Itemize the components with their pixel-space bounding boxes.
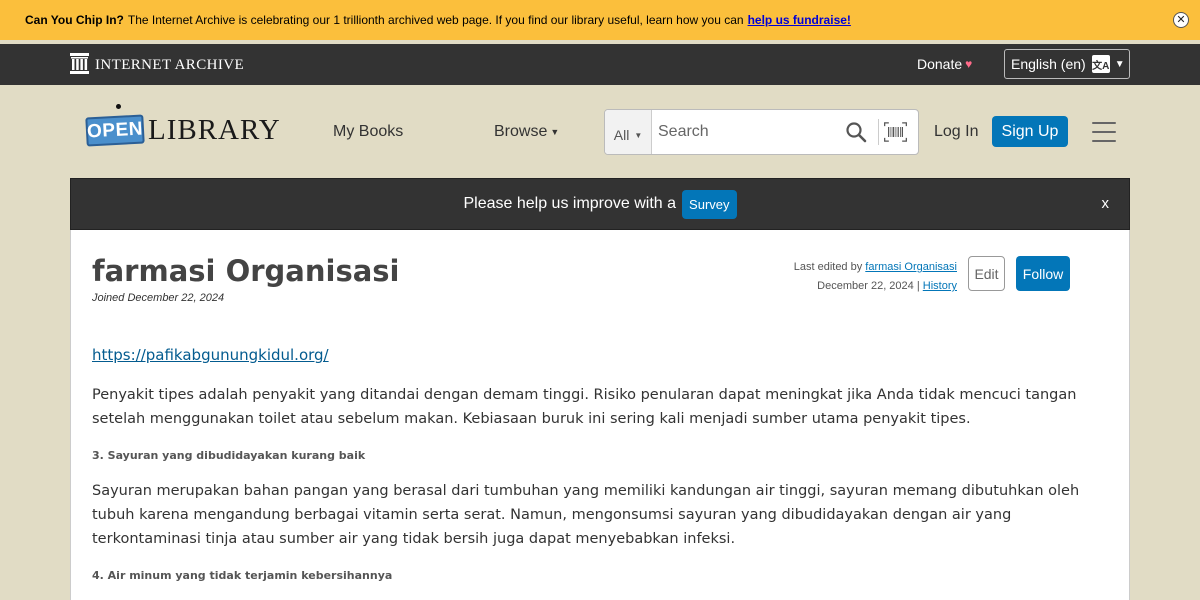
- donation-banner-close-button[interactable]: ✕: [1173, 12, 1189, 28]
- heart-icon: ♥: [965, 57, 973, 71]
- donate-label: Donate: [917, 56, 963, 72]
- barcode-scanner-icon[interactable]: [878, 119, 908, 145]
- signup-button[interactable]: Sign Up: [992, 116, 1068, 147]
- hamburger-menu-icon[interactable]: [1092, 122, 1116, 142]
- logo-library-text: LIBRARY: [148, 114, 281, 146]
- internet-archive-logo[interactable]: INTERNET ARCHIVE: [70, 53, 244, 74]
- edit-button[interactable]: Edit: [968, 256, 1005, 291]
- nav-browse[interactable]: Browse ▼: [494, 123, 559, 141]
- last-edited-prefix: Last edited by: [793, 261, 863, 273]
- translate-icon: 文A: [1091, 55, 1110, 73]
- chevron-down-icon: ▼: [550, 126, 560, 137]
- open-library-logo[interactable]: OPEN LIBRARY: [85, 104, 280, 152]
- history-separator: |: [916, 280, 920, 292]
- search-box: All ▼: [604, 109, 919, 155]
- search-input[interactable]: [652, 110, 838, 154]
- donation-banner-lead: Can You Chip In?: [25, 13, 124, 27]
- donation-banner: Can You Chip In? The Internet Archive is…: [0, 0, 1200, 40]
- internet-archive-building-icon: [70, 53, 89, 74]
- chevron-down-icon: ▼: [634, 130, 643, 140]
- survey-close-button[interactable]: x: [1102, 195, 1110, 212]
- internet-archive-logo-text: INTERNET ARCHIVE: [95, 56, 245, 73]
- language-label: English (en): [1011, 56, 1086, 72]
- internet-archive-bar: INTERNET ARCHIVE Donate ♥ English (en) 文…: [0, 44, 1200, 85]
- last-edited-info: Last edited by farmasi Organisasi Decemb…: [794, 258, 957, 296]
- nav-browse-label: Browse: [494, 123, 548, 140]
- survey-text: Please help us improve with a: [463, 195, 677, 212]
- search-scope-select[interactable]: All ▼: [605, 110, 652, 154]
- follow-button[interactable]: Follow: [1016, 256, 1070, 291]
- survey-banner: Please help us improve with a Survey x: [70, 178, 1130, 230]
- close-icon: ✕: [1176, 13, 1186, 26]
- joined-date: Joined December 22, 2024: [92, 292, 225, 304]
- donation-banner-message: The Internet Archive is celebrating our …: [127, 13, 744, 27]
- last-edited-date: December 22, 2024: [817, 280, 914, 292]
- hamburger-line: [1092, 122, 1116, 124]
- page-title: farmasi Organisasi: [92, 254, 400, 288]
- profile-subheading: 4. Air minum yang tidak terjamin kebersi…: [92, 569, 393, 582]
- profile-subheading: 3. Sayuran yang dibudidayakan kurang bai…: [92, 449, 366, 462]
- survey-button[interactable]: Survey: [682, 189, 737, 219]
- profile-website-link[interactable]: https://pafikabgunungkidul.org/: [92, 346, 329, 364]
- donate-link[interactable]: Donate ♥: [917, 56, 972, 72]
- login-link[interactable]: Log In: [934, 123, 978, 141]
- fundraise-link[interactable]: help us fundraise!: [748, 13, 851, 27]
- history-link[interactable]: History: [923, 280, 957, 292]
- profile-paragraph: Sayuran merupakan bahan pangan yang bera…: [92, 483, 1080, 547]
- search-icon[interactable]: [844, 120, 868, 144]
- search-scope-label: All: [613, 127, 630, 143]
- profile-content: farmasi Organisasi Joined December 22, 2…: [70, 230, 1130, 600]
- profile-paragraph: Penyakit tipes adalah penyakit yang dita…: [92, 387, 1077, 427]
- nav-my-books[interactable]: My Books: [333, 123, 403, 141]
- language-select[interactable]: English (en) 文A ▼: [1004, 49, 1130, 79]
- logo-open-badge: OPEN: [85, 114, 145, 147]
- last-edited-by-link[interactable]: farmasi Organisasi: [865, 261, 957, 273]
- hamburger-line: [1092, 140, 1116, 142]
- logo-dot: [116, 104, 121, 109]
- chevron-down-icon: ▼: [1114, 58, 1125, 70]
- hamburger-line: [1092, 131, 1116, 133]
